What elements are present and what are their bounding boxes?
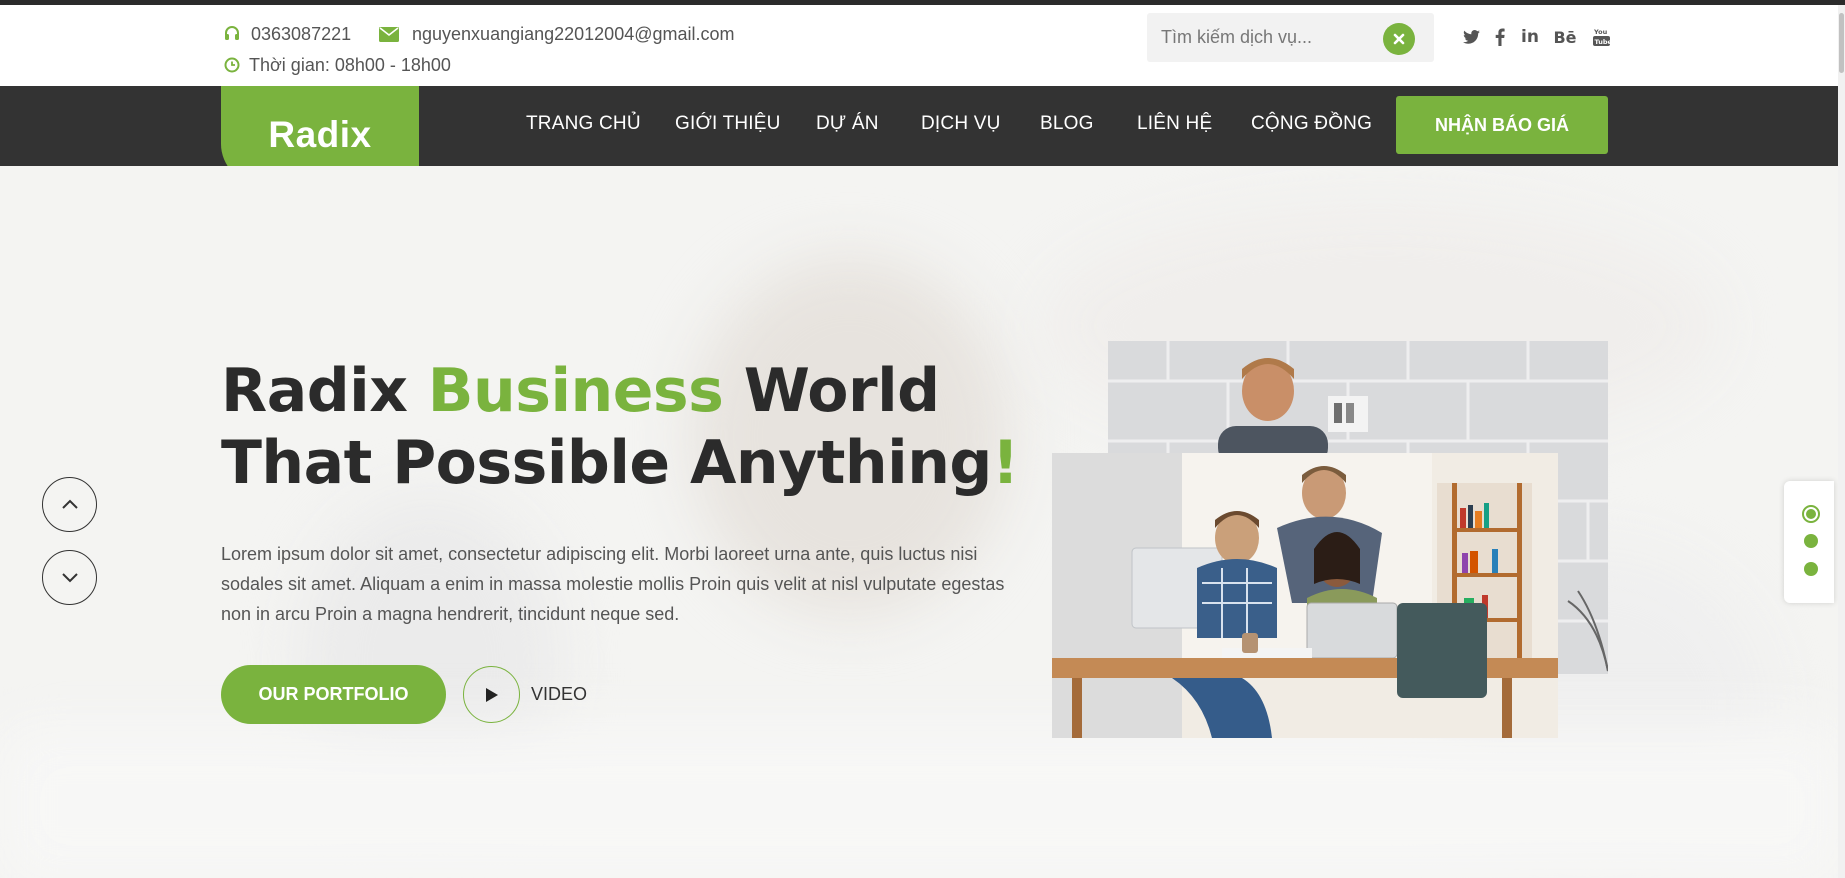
facebook-icon[interactable] (1489, 25, 1511, 49)
search-box (1147, 13, 1434, 62)
nav-item-services[interactable]: DỊCH VỤ (921, 113, 1001, 135)
clock-icon (221, 54, 243, 76)
title-text: World (723, 356, 940, 426)
headset-icon (221, 23, 243, 45)
nav-item-community[interactable]: CỘNG ĐỒNG (1251, 113, 1372, 135)
phone-contact[interactable]: 0363087221 (221, 23, 351, 45)
hours-contact: Thời gian: 08h00 - 18h00 (221, 54, 451, 76)
nav-item-contact[interactable]: LIÊN HỆ (1137, 113, 1212, 135)
scrollbar-thumb[interactable] (1839, 13, 1844, 73)
working-hours: Thời gian: 08h00 - 18h00 (249, 54, 451, 75)
svg-text:Tube: Tube (1594, 38, 1610, 46)
email-contact[interactable]: nguyenxuangiang22012004@gmail.com (378, 23, 735, 45)
hero-description: Lorem ipsum dolor sit amet, consectetur … (221, 544, 1005, 624)
page-scrollbar[interactable] (1838, 5, 1845, 878)
nav-item-blog[interactable]: BLOG (1040, 113, 1094, 135)
video-label: VIDEO (531, 684, 588, 704)
slider-dot-1[interactable] (1802, 505, 1820, 523)
chevron-down-icon (61, 573, 78, 583)
play-icon (485, 687, 498, 702)
search-input[interactable] (1161, 13, 1381, 62)
linkedin-icon[interactable]: in (1519, 25, 1541, 49)
background-floor (0, 726, 1845, 878)
slide-down-button[interactable] (42, 550, 97, 605)
nav-item-about[interactable]: GIỚI THIỆU (675, 113, 781, 135)
hero-title-line-2: That Possible Anything! (221, 427, 1019, 499)
slide-up-button[interactable] (42, 477, 97, 532)
slider-dot-3[interactable] (1804, 562, 1818, 576)
title-text: That Possible Anything (221, 428, 992, 498)
office-photo-front (1052, 453, 1558, 738)
title-exclamation: ! (991, 428, 1019, 498)
our-portfolio-button[interactable]: OUR PORTFOLIO (221, 665, 446, 724)
play-video-button[interactable] (463, 666, 520, 723)
envelope-icon (378, 23, 400, 45)
title-text: Radix (221, 356, 428, 426)
email-address: nguyenxuangiang22012004@gmail.com (412, 23, 735, 44)
search-clear-button[interactable] (1383, 23, 1415, 55)
youtube-icon[interactable]: You Tube (1590, 25, 1612, 49)
slider-pagination (1784, 481, 1834, 603)
svg-text:You: You (1593, 28, 1608, 36)
nav-item-home[interactable]: TRANG CHỦ (526, 113, 641, 135)
slider-dot-2[interactable] (1804, 534, 1818, 548)
hero-title-line-1: Radix Business World (221, 355, 1019, 427)
title-highlight: Business (427, 356, 724, 426)
get-quote-button[interactable]: NHẬN BÁO GIÁ (1396, 96, 1608, 154)
behance-icon[interactable]: Bē (1553, 25, 1576, 49)
top-bar: 0363087221 nguyenxuangiang22012004@gmail… (0, 5, 1845, 86)
hero-title: Radix Business World That Possible Anyth… (221, 355, 1019, 499)
logo-text: Radix (268, 114, 372, 155)
close-icon (1393, 33, 1405, 45)
nav-item-projects[interactable]: DỰ ÁN (816, 113, 879, 135)
phone-number: 0363087221 (251, 23, 352, 44)
twitter-icon[interactable] (1460, 25, 1482, 49)
chevron-up-icon (61, 499, 78, 509)
